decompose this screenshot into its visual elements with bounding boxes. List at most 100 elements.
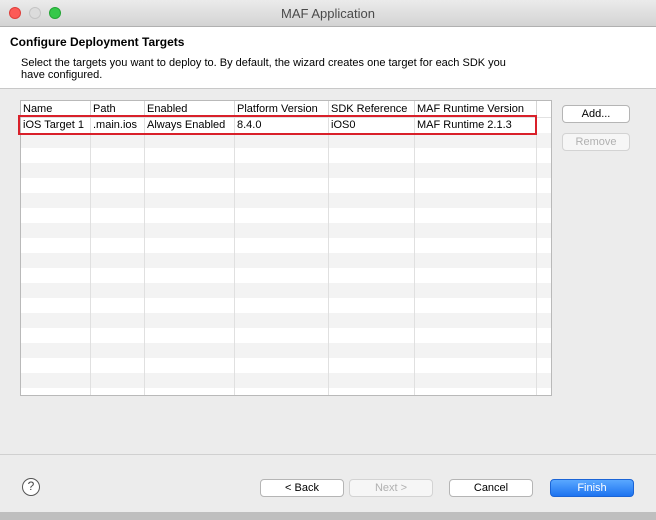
empty-cell (537, 328, 551, 343)
empty-cell (537, 193, 551, 208)
empty-cell (145, 328, 235, 343)
empty-table-row (21, 283, 551, 298)
empty-cell (537, 388, 551, 395)
empty-cell (91, 358, 145, 373)
page-description: Select the targets you want to deploy to… (21, 57, 506, 81)
empty-cell (537, 283, 551, 298)
empty-table-row (21, 343, 551, 358)
empty-cell (91, 238, 145, 253)
empty-cell (145, 313, 235, 328)
empty-cell (415, 208, 537, 223)
empty-cell (537, 373, 551, 388)
empty-cell (415, 253, 537, 268)
cell-name: iOS Target 1 (21, 118, 91, 133)
remove-button: Remove (562, 133, 630, 151)
empty-cell (537, 178, 551, 193)
empty-cell (415, 193, 537, 208)
empty-cell (145, 253, 235, 268)
empty-cell (91, 283, 145, 298)
empty-cell (235, 223, 329, 238)
empty-cell (145, 358, 235, 373)
wizard-header: Configure Deployment Targets Select the … (0, 27, 656, 89)
cell-maf-runtime-version[interactable]: MAF Runtime 2.1.3 (415, 118, 537, 133)
cell-sdk-reference[interactable]: iOS0 (329, 118, 415, 133)
empty-cell (415, 388, 537, 395)
cancel-button[interactable]: Cancel (449, 479, 533, 497)
empty-cell (235, 193, 329, 208)
column-header-sdk-reference[interactable]: SDK Reference (329, 101, 415, 117)
empty-cell (415, 373, 537, 388)
empty-cell (91, 178, 145, 193)
cell-extra (537, 118, 551, 133)
empty-cell (91, 133, 145, 148)
targets-table[interactable]: Name Path Enabled Platform Version SDK R… (20, 100, 552, 396)
empty-table-row (21, 148, 551, 163)
empty-cell (235, 238, 329, 253)
empty-cell (415, 178, 537, 193)
empty-cell (21, 313, 91, 328)
empty-cell (145, 283, 235, 298)
empty-cell (537, 343, 551, 358)
empty-cell (21, 328, 91, 343)
empty-cell (21, 133, 91, 148)
empty-cell (329, 328, 415, 343)
empty-cell (329, 133, 415, 148)
add-button[interactable]: Add... (562, 105, 630, 123)
empty-cell (21, 148, 91, 163)
empty-cell (415, 313, 537, 328)
empty-cell (329, 313, 415, 328)
empty-cell (415, 148, 537, 163)
back-button[interactable]: < Back (260, 479, 344, 497)
empty-cell (145, 133, 235, 148)
empty-cell (145, 178, 235, 193)
empty-table-row (21, 178, 551, 193)
column-header-platform-version[interactable]: Platform Version (235, 101, 329, 117)
empty-cell (415, 133, 537, 148)
empty-cell (415, 268, 537, 283)
empty-cell (21, 268, 91, 283)
empty-cell (91, 373, 145, 388)
wizard-window: MAF Application Configure Deployment Tar… (0, 0, 656, 520)
cell-platform-version[interactable]: 8.4.0 (235, 118, 329, 133)
table-body: iOS Target 1 .main.ios Always Enabled 8.… (21, 118, 551, 395)
empty-cell (329, 253, 415, 268)
empty-cell (235, 208, 329, 223)
column-header-path[interactable]: Path (91, 101, 145, 117)
empty-cell (537, 253, 551, 268)
page-title: Configure Deployment Targets (10, 35, 185, 49)
help-icon[interactable]: ? (22, 478, 40, 496)
empty-cell (537, 208, 551, 223)
empty-cell (537, 268, 551, 283)
column-header-maf-runtime-version[interactable]: MAF Runtime Version (415, 101, 537, 117)
empty-table-row (21, 238, 551, 253)
empty-cell (235, 298, 329, 313)
table-row[interactable]: iOS Target 1 .main.ios Always Enabled 8.… (21, 118, 551, 133)
empty-cell (91, 163, 145, 178)
cell-path: .main.ios (91, 118, 145, 133)
empty-cell (329, 148, 415, 163)
empty-cell (21, 238, 91, 253)
empty-cell (235, 328, 329, 343)
empty-cell (537, 313, 551, 328)
empty-cell (145, 223, 235, 238)
empty-cell (145, 388, 235, 395)
empty-cell (91, 313, 145, 328)
empty-cell (91, 208, 145, 223)
empty-table-row (21, 373, 551, 388)
column-header-enabled[interactable]: Enabled (145, 101, 235, 117)
column-header-extra (537, 101, 551, 117)
empty-cell (415, 358, 537, 373)
finish-button[interactable]: Finish (550, 479, 634, 497)
empty-cell (145, 148, 235, 163)
empty-cell (21, 298, 91, 313)
column-header-name[interactable]: Name (21, 101, 91, 117)
empty-cell (21, 223, 91, 238)
cell-enabled[interactable]: Always Enabled (145, 118, 235, 133)
empty-cell (21, 178, 91, 193)
empty-cell (329, 163, 415, 178)
empty-cell (91, 328, 145, 343)
empty-cell (145, 193, 235, 208)
empty-cell (145, 343, 235, 358)
title-bar: MAF Application (0, 0, 656, 27)
empty-cell (145, 298, 235, 313)
